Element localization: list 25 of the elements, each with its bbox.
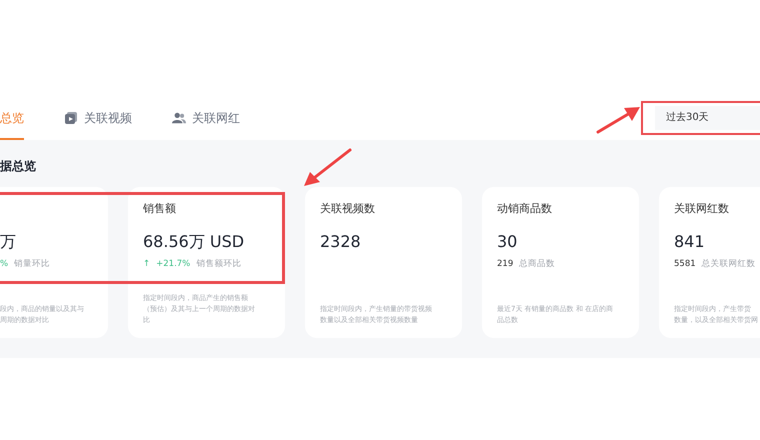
metric-value: 30 — [497, 232, 518, 253]
total-count: 5581 — [674, 259, 696, 269]
section-title: 据总览 — [0, 158, 37, 175]
metric-value: 68.56万 USD — [143, 232, 246, 253]
date-range-select[interactable]: 过去30天 — [655, 106, 760, 130]
change-percent: % — [0, 259, 8, 269]
arrow-drawing — [302, 148, 352, 188]
tab[interactable]: 关联网红 — [172, 98, 240, 140]
change-percent: +21.7% — [156, 259, 190, 269]
metric-value: 841 — [674, 232, 706, 253]
card-title: 动销商品数 — [497, 202, 552, 215]
total-count: 219 — [497, 259, 514, 269]
change-label: 销量环比 — [14, 258, 50, 270]
tab[interactable]: 关联视频 — [64, 98, 132, 140]
trend-arrow: ↑ — [143, 259, 150, 269]
total-label: 总关联网红数 — [702, 258, 756, 270]
metric-value: 2328 — [320, 232, 362, 253]
change-label: 销售额环比 — [196, 258, 242, 270]
people-icon — [172, 111, 186, 125]
card-title: 关联网红数 — [674, 202, 729, 215]
video-icon — [64, 111, 78, 125]
card-title: 关联视频数 — [320, 202, 375, 215]
card-title: 销售额 — [143, 202, 176, 215]
metric-value: 万 — [0, 232, 17, 253]
total-label: 总商品数 — [519, 258, 556, 270]
